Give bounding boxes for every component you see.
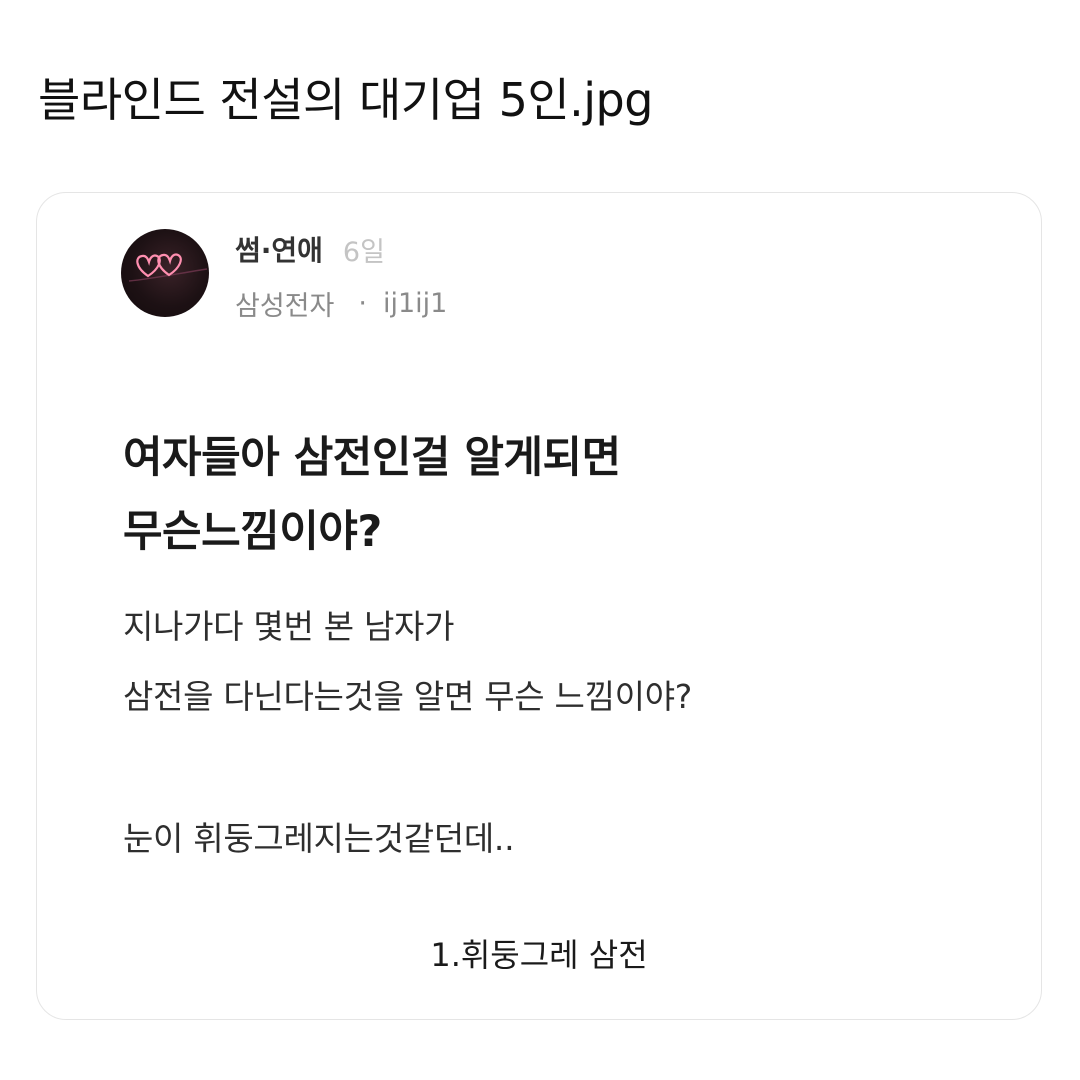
- post-headline[interactable]: 여자들아 삼전인걸 알게되면 무슨느낌이야?: [123, 421, 1003, 569]
- page: 블라인드 전설의 대기업 5인.jpg 썸·연애 6일 삼성전자 · ij1ij…: [0, 0, 1080, 1080]
- author-username[interactable]: ij1ij1: [383, 288, 447, 319]
- heart-neon-icon: [128, 253, 208, 282]
- author-meta: 삼성전자 · ij1ij1: [235, 281, 447, 325]
- post-body-line: 눈이 휘둥그레지는것같던데..: [123, 819, 515, 858]
- headline-line: 여자들아 삼전인걸 알게되면: [123, 433, 621, 483]
- post-body-line: 지나가다 몇번 본 남자가: [123, 607, 455, 646]
- meta-separator: ·: [358, 287, 367, 319]
- company-name: 삼성전자: [235, 290, 335, 322]
- post-body-line: 삼전을 다닌다는것을 알면 무슨 느낌이야?: [123, 677, 692, 716]
- image-caption: 1.휘둥그레 삼전: [430, 936, 648, 974]
- blind-post-card: 썸·연애 6일 삼성전자 · ij1ij1 여자들아 삼전인걸 알게되면 무슨느…: [36, 192, 1042, 1020]
- headline-line: 무슨느낌이야?: [123, 507, 382, 557]
- board-name[interactable]: 썸·연애: [235, 229, 323, 269]
- post-time: 6일: [342, 236, 385, 268]
- post-title: 블라인드 전설의 대기업 5인.jpg: [38, 73, 653, 127]
- avatar[interactable]: [121, 229, 209, 317]
- board-line: 썸·연애 6일: [235, 227, 385, 271]
